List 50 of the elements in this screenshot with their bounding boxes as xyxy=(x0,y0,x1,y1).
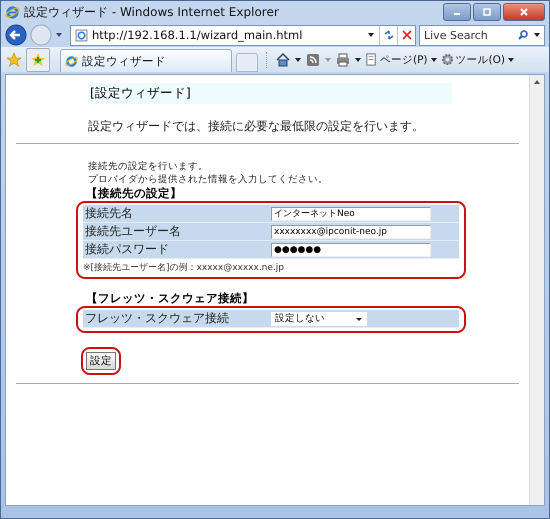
select-field[interactable]: 設定しない xyxy=(271,312,367,326)
window-title: 設定ウィザード - Windows Internet Explorer xyxy=(24,4,280,20)
submit-button[interactable]: 設定 xyxy=(86,352,116,370)
scrollbar[interactable] xyxy=(529,75,544,505)
close-icon xyxy=(519,7,529,17)
address-bar[interactable]: http://192.168.1.1/wizard_main.html xyxy=(70,24,416,46)
section-title: 【フレッツ・スクウェア接続】 xyxy=(86,291,255,306)
refresh-icon xyxy=(382,29,394,41)
maximize-button[interactable] xyxy=(473,3,501,21)
dropdown-arrow-icon[interactable] xyxy=(367,31,375,39)
input-field[interactable]: インターネットNeo xyxy=(271,206,431,220)
field-label: 接続パスワード xyxy=(84,241,170,258)
browser-logo-icon xyxy=(65,54,78,68)
maximize-icon xyxy=(482,7,492,17)
field-label: フレッツ・スクウェア接続 xyxy=(84,310,230,327)
page-icon xyxy=(365,53,378,66)
minimize-button[interactable] xyxy=(443,3,471,21)
url-text: http://192.168.1.1/wizard_main.html xyxy=(92,28,304,42)
input-field[interactable]: ●●●●●● xyxy=(271,242,431,256)
back-button[interactable] xyxy=(5,24,27,46)
dropdown-arrow-icon[interactable] xyxy=(354,56,362,64)
dropdown-arrow-icon[interactable] xyxy=(533,31,541,39)
stop-icon xyxy=(400,29,412,41)
dropdown-arrow-icon xyxy=(507,56,515,64)
page-menu[interactable]: ページ(P) xyxy=(365,52,438,66)
dropdown-arrow-icon[interactable] xyxy=(55,31,63,39)
search-field[interactable]: Live Search xyxy=(419,24,545,46)
search-icon[interactable] xyxy=(517,29,529,41)
dropdown-arrow-icon[interactable] xyxy=(294,56,302,64)
home-icon[interactable] xyxy=(275,52,291,68)
tools-menu[interactable]: ツール(O) xyxy=(440,52,515,66)
browser-tab[interactable]: 設定ウィザード xyxy=(60,49,232,72)
close-button[interactable] xyxy=(503,3,545,21)
dropdown-arrow-icon xyxy=(430,56,438,64)
star-icon[interactable] xyxy=(6,52,22,68)
example-note: ※[接続先ユーザー名]の例：xxxxx@xxxxx.ne.jp xyxy=(83,262,286,274)
field-label: 接続先ユーザー名 xyxy=(84,223,182,240)
page-icon xyxy=(75,28,88,42)
page-heading: [設定ウィザード] xyxy=(88,83,452,104)
intro-text: プロバイダから提供された情報を入力してください。 xyxy=(88,173,329,186)
browser-logo-icon xyxy=(5,4,20,20)
scroll-up-icon[interactable] xyxy=(533,78,541,86)
gear-icon xyxy=(440,53,454,66)
input-field[interactable]: xxxxxxxx@ipconit-neo.jp xyxy=(271,224,431,238)
intro-text: 接続先の設定を行います。 xyxy=(88,160,209,173)
feed-icon[interactable] xyxy=(305,52,321,68)
section-title: 【接続先の設定】 xyxy=(86,186,183,201)
field-label: 接続先名 xyxy=(84,205,134,222)
description-text: 設定ウィザードでは、接続に必要な最低限の設定を行います。 xyxy=(88,118,425,135)
printer-icon[interactable] xyxy=(335,52,351,68)
